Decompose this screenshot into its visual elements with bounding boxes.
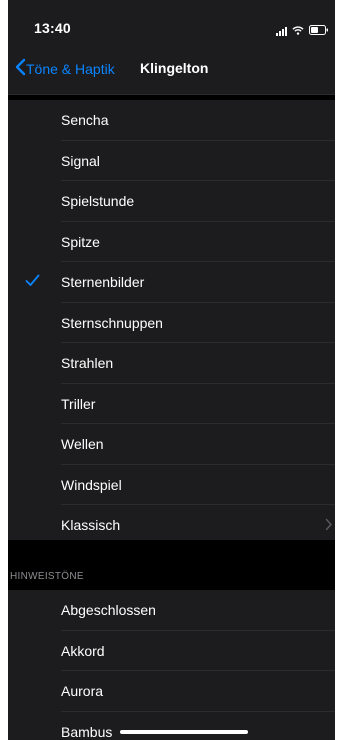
ringtone-label: Sternenbilder bbox=[61, 274, 145, 291]
alert-tone-list: Abgeschlossen Akkord Aurora Bambus bbox=[8, 590, 335, 740]
ringtone-label: Spitze bbox=[61, 233, 100, 250]
ringtone-item[interactable]: Spielstunde bbox=[8, 181, 335, 222]
alert-tone-label: Akkord bbox=[61, 642, 105, 659]
ringtone-label: Signal bbox=[61, 152, 100, 169]
ringtone-list: Sencha Signal Spielstunde Spitze Sternen… bbox=[8, 100, 335, 546]
home-indicator[interactable] bbox=[120, 730, 248, 734]
cellular-signal-icon bbox=[276, 26, 287, 36]
ringtone-item[interactable]: Sencha bbox=[8, 100, 335, 141]
ringtone-item-selected[interactable]: Sternenbilder bbox=[8, 262, 335, 303]
alert-tone-item[interactable]: Akkord bbox=[8, 631, 335, 672]
ringtone-item[interactable]: Signal bbox=[8, 141, 335, 182]
ringtone-item[interactable]: Sternschnuppen bbox=[8, 303, 335, 344]
ringtone-label: Sternschnuppen bbox=[61, 314, 163, 331]
ringtone-item[interactable]: Spitze bbox=[8, 222, 335, 263]
status-time: 13:40 bbox=[34, 20, 71, 36]
alert-tone-label: Abgeschlossen bbox=[61, 602, 156, 619]
ringtone-label: Klassisch bbox=[61, 517, 121, 534]
ringtone-item[interactable]: Triller bbox=[8, 384, 335, 425]
ringtone-label: Triller bbox=[61, 395, 96, 412]
battery-icon bbox=[309, 22, 329, 40]
ringtone-item[interactable]: Windspiel bbox=[8, 465, 335, 506]
ringtone-label: Sencha bbox=[61, 112, 109, 129]
wifi-icon bbox=[292, 22, 304, 40]
ringtone-label: Windspiel bbox=[61, 476, 122, 493]
checkmark-icon bbox=[25, 274, 40, 292]
page-title: Klingelton bbox=[140, 60, 209, 76]
status-bar: 13:40 bbox=[8, 0, 335, 44]
navigation-bar: Töne & Haptik Klingelton bbox=[8, 44, 335, 95]
ringtone-label: Strahlen bbox=[61, 355, 114, 372]
chevron-left-icon bbox=[14, 58, 26, 79]
section-header-alert-tones: HINWEISTÖNE bbox=[10, 571, 84, 582]
alert-tone-item[interactable]: Aurora bbox=[8, 671, 335, 712]
ringtone-item[interactable]: Wellen bbox=[8, 424, 335, 465]
back-button-label: Töne & Haptik bbox=[26, 60, 115, 77]
ringtone-label: Wellen bbox=[61, 436, 104, 453]
ringtone-item[interactable]: Strahlen bbox=[8, 343, 335, 384]
section-gap bbox=[8, 540, 335, 590]
alert-tone-item[interactable]: Abgeschlossen bbox=[8, 590, 335, 631]
back-button[interactable]: Töne & Haptik bbox=[14, 58, 115, 79]
alert-tone-item[interactable]: Bambus bbox=[8, 712, 335, 740]
alert-tone-label: Bambus bbox=[61, 723, 113, 740]
ringtone-label: Spielstunde bbox=[61, 193, 135, 210]
status-icons bbox=[276, 22, 329, 40]
phone-screen: 13:40 Töne & Haptik Klingelton Sencha Si… bbox=[8, 0, 335, 740]
alert-tone-label: Aurora bbox=[61, 683, 104, 700]
chevron-right-icon bbox=[325, 518, 333, 536]
